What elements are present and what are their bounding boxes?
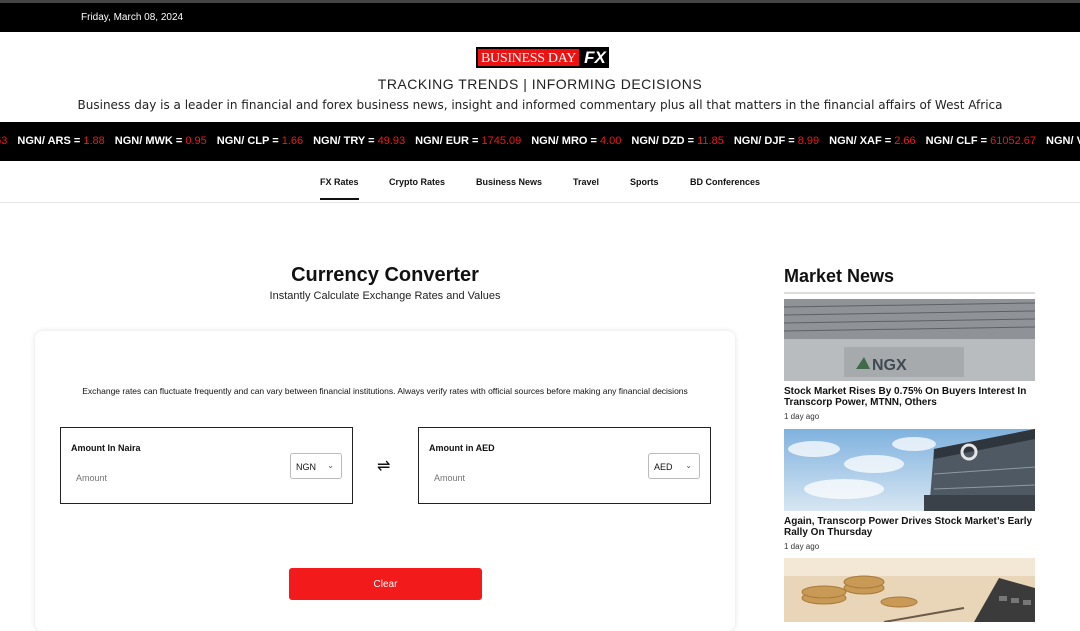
to-amount-label: Amount in AED (429, 443, 495, 453)
logo-wordmark: BUSINESS DAY (476, 47, 582, 68)
ticker-pair: NGN/ VUV = (1046, 135, 1080, 147)
clear-button[interactable]: Clear (289, 568, 482, 600)
ticker-item: NGN/ DJF = 8.99 (734, 135, 819, 147)
from-currency-select[interactable]: NGN ⌄ (290, 453, 342, 479)
tab-sports[interactable]: Sports (630, 177, 659, 187)
ticker-pair: NGN/ XAF = (829, 135, 895, 147)
converter-subtitle: Instantly Calculate Exchange Rates and V… (269, 290, 501, 302)
market-news-title: Market News (784, 266, 895, 286)
ticker-rate: 1745.09 (481, 135, 522, 147)
swap-arrows-icon[interactable]: ⇌ (377, 456, 390, 476)
from-amount-label: Amount In Naira (71, 443, 141, 453)
ticker-pair: NGN/ EUR = (415, 135, 482, 147)
ngx-sign-text: NGX (872, 357, 907, 374)
ticker-rate: 61052.67 (990, 135, 1037, 147)
site-description: Business day is a leader in financial an… (77, 98, 1003, 112)
news-image-transcorp-building[interactable] (784, 429, 1035, 511)
ticker-item: NGN/ XAF = 2.66 (829, 135, 916, 147)
ticker-track: 0.63 NGN/ ARS = 1.88 NGN/ MWK = 0.95 NGN/ C… (0, 135, 1080, 147)
chevron-down-icon: ⌄ (685, 461, 692, 470)
news-item[interactable]: NGX Stock Market Rises By 0.75% On Buyer… (784, 299, 1035, 421)
disclaimer-note: Exchange rates can fluctuate frequently … (82, 386, 688, 396)
ticker-pair: NGN/ CLF = (925, 135, 991, 147)
top-bar: Friday, March 08, 2024 (0, 0, 1080, 32)
news-image-ngx-building[interactable]: NGX (784, 299, 1035, 381)
news-headline[interactable]: Stock Market Rises By 0.75% On Buyers In… (784, 386, 1035, 408)
ticker-rate: 0.95 (185, 135, 207, 147)
ticker-item: NGN/ VUV = 13.3 (1046, 135, 1080, 147)
businessday-fx-logo[interactable]: BUSINESS DAY FX (476, 47, 609, 68)
to-amount-input[interactable] (434, 473, 584, 483)
ticker-rate: 4.00 (600, 135, 622, 147)
ticker-pair: NGN/ MRO = (531, 135, 600, 147)
ticker-pair: NGN/ DZD = (631, 135, 698, 147)
to-currency-value: AED (654, 462, 673, 472)
chevron-down-icon: ⌄ (327, 461, 334, 470)
ticker-item: NGN/ CLF = 61052.67 (926, 135, 1036, 147)
ticker-item: NGN/ CLP = 1.66 (217, 135, 303, 147)
ticker-item: NGN/ ARS = 1.88 (17, 135, 104, 147)
current-date: Friday, March 08, 2024 (81, 12, 184, 23)
converter-title: Currency Converter (291, 264, 479, 286)
tab-bd-conferences[interactable]: BD Conferences (690, 177, 760, 187)
ticker-pair: NGN/ ARS = (17, 135, 84, 147)
tab-crypto-rates[interactable]: Crypto Rates (389, 177, 445, 187)
news-headline[interactable]: Again, Transcorp Power Drives Stock Mark… (784, 516, 1035, 538)
news-item[interactable] (784, 558, 1035, 622)
fx-ticker: 0.63 NGN/ ARS = 1.88 NGN/ MWK = 0.95 NGN/ C… (0, 122, 1080, 161)
news-timestamp: 1 day ago (784, 542, 820, 551)
tab-travel[interactable]: Travel (573, 177, 599, 187)
ticker-pair: NGN/ DJF = (733, 135, 798, 147)
ticker-pair: NGN/ CLP = (216, 135, 282, 147)
ticker-item: NGN/ TRY = 49.93 (313, 135, 405, 147)
ticker-rate: 0.63 (0, 135, 8, 147)
ticker-item: NGN/ EUR = 1745.09 (415, 135, 521, 147)
ticker-item: NGN/ MRO = 4.00 (531, 135, 621, 147)
main-nav: FX Rates Crypto Rates Business News Trav… (0, 162, 1080, 203)
divider (784, 292, 1035, 294)
ticker-rate: 11.85 (697, 135, 724, 147)
ticker-rate: 49.93 (377, 135, 406, 147)
ticker-pair: NGN/ MWK = (114, 135, 186, 147)
ticker-item: NGN/ MWK = 0.95 (115, 135, 207, 147)
to-currency-select[interactable]: AED ⌄ (648, 453, 700, 479)
ticker-pair: NGN/ TRY = (313, 135, 378, 147)
converter-card: Exchange rates can fluctuate frequently … (35, 331, 735, 631)
tab-business-news[interactable]: Business News (476, 177, 542, 187)
logo-fx: FX (581, 47, 609, 68)
from-amount-input[interactable] (76, 473, 226, 483)
ticker-item: 0.63 (0, 135, 7, 147)
news-image-coins-calculator[interactable] (784, 558, 1035, 622)
from-currency-value: NGN (296, 462, 316, 472)
from-amount-box: Amount In Naira NGN ⌄ (60, 427, 353, 504)
tab-fx-rates[interactable]: FX Rates (320, 177, 359, 200)
news-timestamp: 1 day ago (784, 412, 820, 421)
to-amount-box: Amount in AED AED ⌄ (418, 427, 711, 504)
ticker-rate: 1.88 (83, 135, 105, 147)
tagline: TRACKING TRENDS | INFORMING DECISIONS (377, 76, 703, 92)
ticker-item: NGN/ DZD = 11.85 (631, 135, 723, 147)
news-item[interactable]: Again, Transcorp Power Drives Stock Mark… (784, 429, 1035, 551)
ticker-rate: 2.66 (894, 135, 916, 147)
ticker-rate: 1.66 (281, 135, 304, 147)
ticker-rate: 8.99 (797, 135, 820, 147)
